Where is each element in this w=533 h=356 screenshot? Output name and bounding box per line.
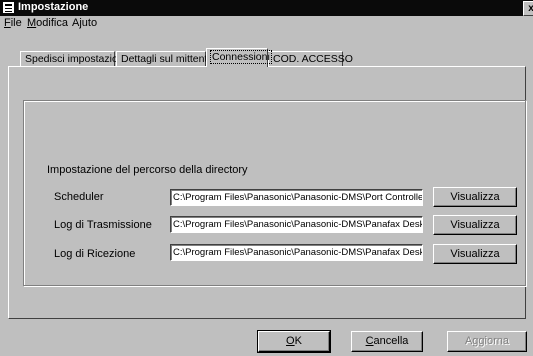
menu-file[interactable]: File xyxy=(4,17,22,29)
menu-bar: File Modifica Ajuto xyxy=(0,16,533,32)
tab-connessioni[interactable]: Connessioni xyxy=(206,48,272,67)
log-trasmissione-browse-button[interactable]: Visualizza xyxy=(433,215,517,235)
cancel-label-rest: ancella xyxy=(373,335,409,347)
close-button[interactable]: x xyxy=(523,1,533,16)
update-label: Aggiorna xyxy=(464,335,510,347)
cancel-accel: C xyxy=(365,335,374,347)
log-ricezione-path-field[interactable]: C:\Program Files\Panasonic\Panasonic-DMS… xyxy=(170,244,423,261)
window-titlebar: Impostazione x xyxy=(0,0,533,16)
menu-modifica[interactable]: Modifica xyxy=(27,17,68,29)
ok-button[interactable]: OK xyxy=(257,330,331,353)
ok-label-rest: K xyxy=(294,335,302,347)
log-trasmissione-path-field[interactable]: C:\Program Files\Panasonic\Panasonic-DMS… xyxy=(170,216,423,233)
log-ricezione-browse-button[interactable]: Visualizza xyxy=(433,244,517,264)
tab-connessioni-label: Connessioni xyxy=(210,50,272,64)
menu-file-label-rest: ile xyxy=(10,17,22,29)
log-trasmissione-label: Log di Trasmissione xyxy=(54,219,152,231)
menu-modifica-label-rest: odifica xyxy=(36,17,68,29)
update-button[interactable]: Aggiorna xyxy=(447,331,527,352)
scheduler-path-field[interactable]: C:\Program Files\Panasonic\Panasonic-DMS… xyxy=(170,189,423,206)
window-menu-icon[interactable] xyxy=(3,2,14,13)
log-ricezione-label: Log di Ricezione xyxy=(54,248,136,260)
menu-modifica-accel: M xyxy=(27,17,37,29)
cancel-button[interactable]: Cancella xyxy=(351,331,423,352)
scheduler-browse-button[interactable]: Visualizza xyxy=(433,187,517,207)
menu-ajuto-label: Ajuto xyxy=(72,17,98,29)
tab-spedisci-impostazioni[interactable]: Spedisci impostazioni xyxy=(20,51,126,66)
tab-dettagli-mittente[interactable]: Dettagli sul mittente xyxy=(116,51,213,66)
scheduler-label: Scheduler xyxy=(54,191,104,203)
window-title: Impostazione xyxy=(18,1,89,13)
tab-cod-accesso[interactable]: COD. ACCESSO xyxy=(268,51,353,66)
ok-accel: O xyxy=(286,335,295,347)
directory-heading: Impostazione del percorso della director… xyxy=(47,164,248,176)
menu-file-accel: F xyxy=(4,17,11,29)
menu-ajuto[interactable]: Ajuto xyxy=(72,17,97,29)
